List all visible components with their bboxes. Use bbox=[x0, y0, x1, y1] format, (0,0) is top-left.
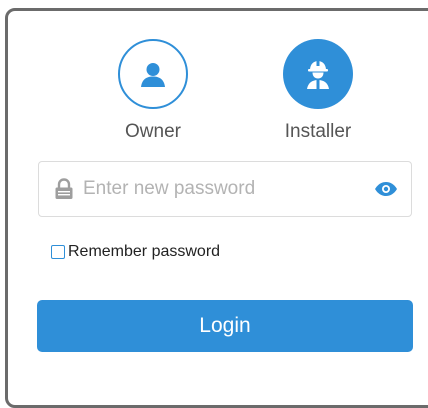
role-installer[interactable]: Installer bbox=[263, 39, 373, 143]
password-field[interactable] bbox=[38, 161, 412, 217]
owner-avatar[interactable] bbox=[118, 39, 188, 109]
password-input[interactable] bbox=[83, 178, 373, 200]
worker-hardhat-icon bbox=[307, 61, 329, 89]
role-owner[interactable]: Owner bbox=[98, 39, 208, 143]
lock-icon bbox=[53, 177, 75, 201]
remember-label[interactable]: Remember password bbox=[68, 243, 220, 261]
remember-password[interactable]: Remember password bbox=[51, 243, 220, 261]
role-owner-label: Owner bbox=[125, 121, 181, 142]
person-icon bbox=[141, 63, 165, 87]
remember-checkbox[interactable] bbox=[51, 245, 65, 259]
installer-avatar[interactable] bbox=[283, 39, 353, 109]
role-installer-label: Installer bbox=[284, 121, 352, 142]
login-button[interactable]: Login bbox=[37, 300, 413, 352]
eye-icon[interactable] bbox=[373, 180, 399, 198]
